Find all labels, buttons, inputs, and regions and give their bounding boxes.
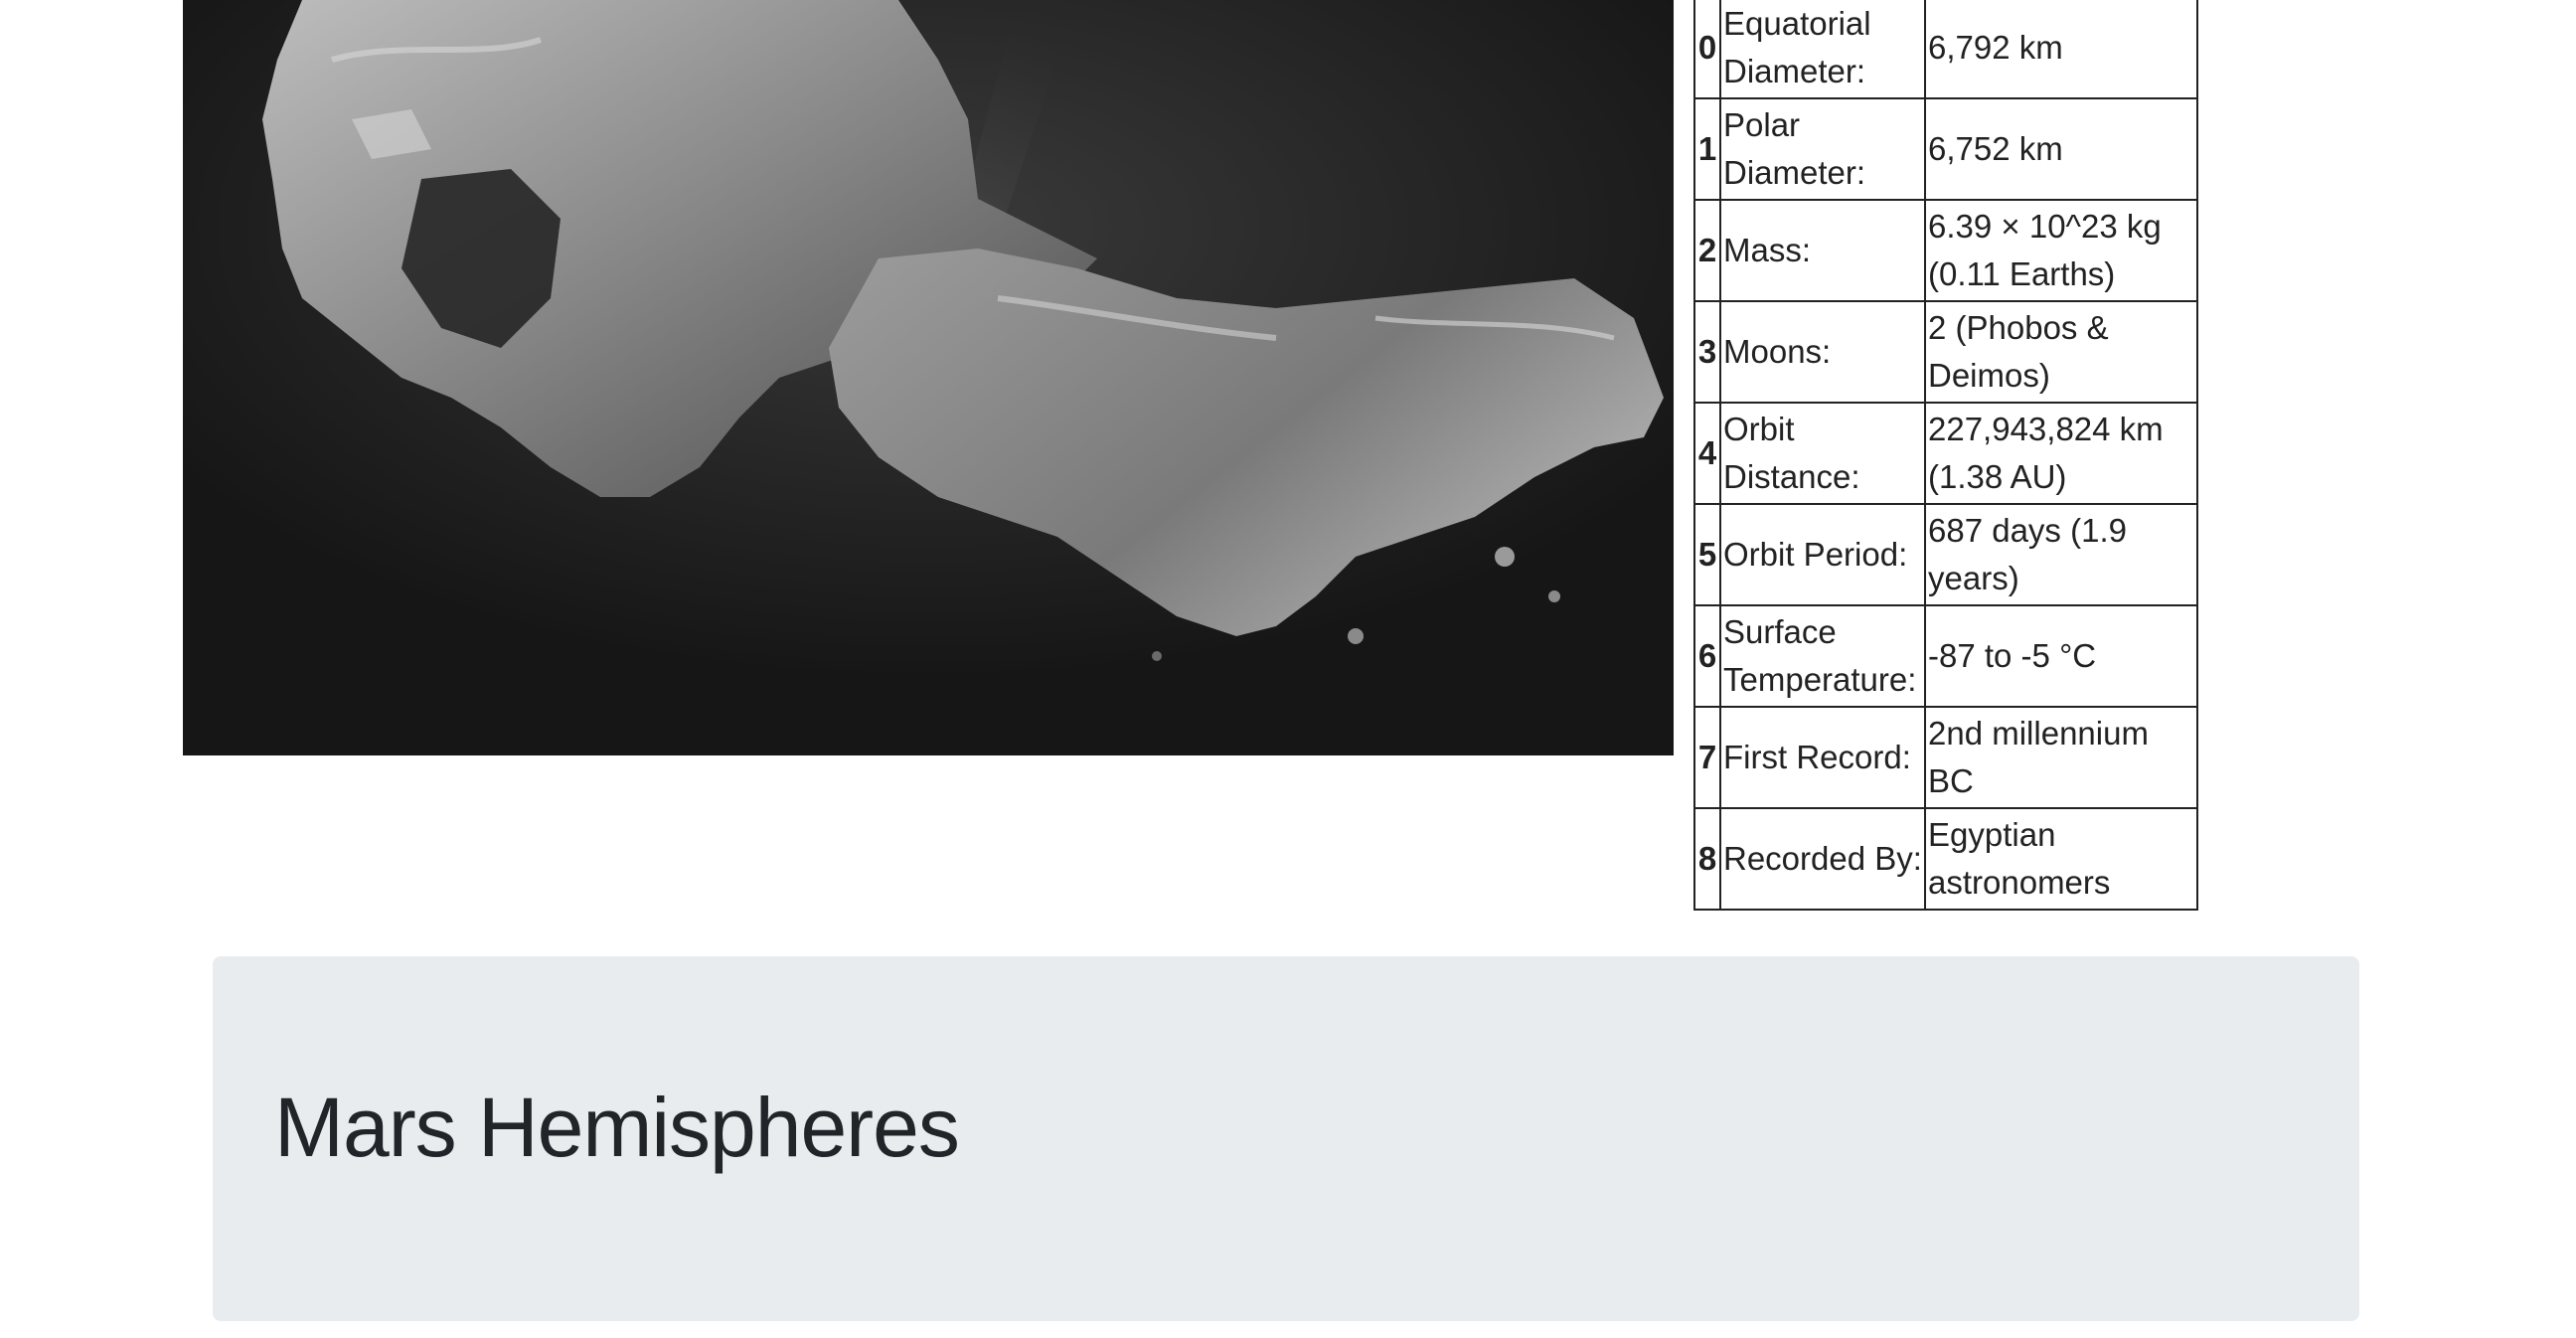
hemispheres-jumbotron: Mars Hemispheres <box>213 956 2359 1321</box>
mars-facts-table: 0 Equatorial Diameter: 6,792 km 1 Polar Diam… <box>1693 0 2198 911</box>
fact-value: 6.39 × 10^23 kg (0.11 Earths) <box>1924 199 2198 302</box>
fact-value: -87 to -5 °C <box>1924 604 2198 708</box>
fact-value: 2nd millennium BC <box>1924 706 2198 809</box>
fact-label: Moons: <box>1719 300 1926 404</box>
comet-photo-icon <box>183 0 1674 755</box>
row-index: 3 <box>1693 300 1721 404</box>
featured-image[interactable] <box>183 0 1674 755</box>
row-index: 0 <box>1693 0 1721 99</box>
table-row: 8 Recorded By: Egyptian astronomers <box>1693 807 2198 911</box>
table-row: 6 Surface Temperature: -87 to -5 °C <box>1693 604 2198 708</box>
table-row: 4 Orbit Distance: 227,943,824 km (1.38 AU) <box>1693 402 2198 505</box>
table-row: 2 Mass: 6.39 × 10^23 kg (0.11 Earths) <box>1693 199 2198 302</box>
fact-label: Surface Temperature: <box>1719 604 1926 708</box>
fact-label: Polar Diameter: <box>1719 97 1926 201</box>
row-index: 7 <box>1693 706 1721 809</box>
row-index: 8 <box>1693 807 1721 911</box>
table-row: 0 Equatorial Diameter: 6,792 km <box>1693 0 2198 99</box>
page: 0 Equatorial Diameter: 6,792 km 1 Polar Diam… <box>0 0 2576 1338</box>
fact-value: 6,792 km <box>1924 0 2198 99</box>
fact-label: Recorded By: <box>1719 807 1926 911</box>
fact-label: First Record: <box>1719 706 1926 809</box>
fact-value: 2 (Phobos & Deimos) <box>1924 300 2198 404</box>
row-index: 5 <box>1693 503 1721 606</box>
fact-label: Orbit Distance: <box>1719 402 1926 505</box>
fact-value: 6,752 km <box>1924 97 2198 201</box>
fact-label: Mass: <box>1719 199 1926 302</box>
fact-value: Egyptian astronomers <box>1924 807 2198 911</box>
table-row: 3 Moons: 2 (Phobos & Deimos) <box>1693 300 2198 404</box>
table-row: 7 First Record: 2nd millennium BC <box>1693 706 2198 809</box>
fact-value: 687 days (1.9 years) <box>1924 503 2198 606</box>
row-index: 4 <box>1693 402 1721 505</box>
table-row: 5 Orbit Period: 687 days (1.9 years) <box>1693 503 2198 606</box>
fact-label: Orbit Period: <box>1719 503 1926 606</box>
fact-value: 227,943,824 km (1.38 AU) <box>1924 402 2198 505</box>
table-row: 1 Polar Diameter: 6,752 km <box>1693 97 2198 201</box>
hemispheres-title: Mars Hemispheres <box>274 1081 960 1174</box>
facts-table-body: 0 Equatorial Diameter: 6,792 km 1 Polar Diam… <box>1693 0 2198 911</box>
row-index: 6 <box>1693 604 1721 708</box>
fact-label: Equatorial Diameter: <box>1719 0 1926 99</box>
row-index: 1 <box>1693 97 1721 201</box>
row-index: 2 <box>1693 199 1721 302</box>
